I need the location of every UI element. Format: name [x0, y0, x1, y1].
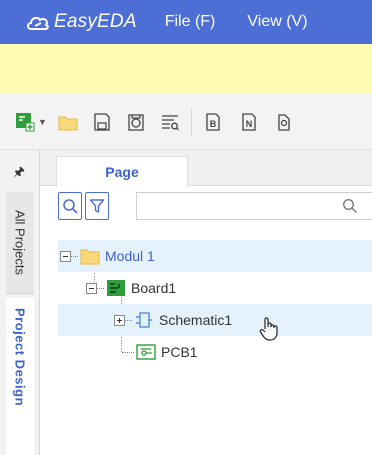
netlist-icon: N — [242, 112, 256, 131]
app-name: EasyEDA — [54, 11, 137, 32]
project-panel: Page Modul 1 Board1 Schematic1 PCB1 — [40, 150, 372, 455]
expand-icon[interactable] — [114, 314, 125, 326]
tab-project-design[interactable]: Project Design — [6, 298, 34, 455]
save-icon — [94, 112, 110, 131]
pcb-icon — [136, 344, 156, 360]
bom-button[interactable]: B — [202, 111, 224, 133]
side-tab-strip: 🖈 All Projects Project Design — [0, 150, 40, 455]
menu-bar: EasyEDA File (F) View (V) — [0, 0, 372, 44]
tree-dash — [97, 287, 104, 289]
menu-view[interactable]: View (V) — [247, 13, 307, 31]
find-button[interactable] — [159, 111, 181, 133]
easyeda-logo-icon — [27, 16, 49, 30]
collapse-icon[interactable] — [60, 250, 71, 262]
tree-row-schematic[interactable]: Schematic1 — [58, 304, 372, 336]
search-submit-icon[interactable] — [342, 198, 358, 214]
menu-file[interactable]: File (F) — [165, 13, 216, 31]
new-dropdown-caret-icon[interactable]: ▼ — [38, 117, 47, 127]
netlist-button[interactable]: N — [238, 111, 260, 133]
open-folder-button[interactable] — [57, 111, 79, 133]
new-project-icon — [16, 112, 35, 131]
svg-text:B: B — [210, 119, 217, 129]
tab-page[interactable]: Page — [56, 156, 188, 187]
collapse-icon[interactable] — [86, 282, 97, 294]
search-mode-button[interactable] — [58, 192, 82, 220]
save-button[interactable] — [91, 111, 113, 133]
tree-label: Board1 — [131, 280, 177, 296]
bom-icon: B — [206, 112, 220, 131]
more-tools-button[interactable] — [274, 111, 296, 133]
search-input[interactable] — [136, 192, 372, 220]
board-icon — [107, 280, 125, 296]
tree-row-modul[interactable]: Modul 1 — [58, 240, 372, 272]
notice-bar — [0, 44, 372, 94]
filter-button[interactable] — [85, 192, 109, 220]
tool-icon — [278, 113, 290, 131]
tree-label: Schematic1 — [159, 312, 233, 328]
tab-all-projects[interactable]: All Projects — [6, 192, 34, 294]
schematic-icon — [136, 312, 152, 328]
tree-dash — [125, 319, 132, 321]
new-project-button[interactable] — [14, 111, 36, 133]
app-logo[interactable]: EasyEDA — [26, 11, 137, 33]
tree-label: Modul 1 — [105, 248, 155, 264]
hand-cursor-icon — [259, 317, 278, 341]
save-as-icon — [128, 113, 144, 131]
tree-dash — [71, 255, 78, 257]
tree-row-pcb[interactable]: PCB1 — [122, 336, 372, 368]
filter-icon — [89, 199, 105, 213]
pin-icon[interactable]: 🖈 — [13, 163, 25, 185]
tree-dash — [122, 351, 134, 353]
search-icon — [63, 199, 78, 214]
panel-tab-bar: Page — [40, 150, 372, 187]
search-row — [40, 192, 372, 228]
folder-icon — [58, 116, 78, 130]
find-list-icon — [161, 114, 179, 130]
tree-label: PCB1 — [161, 344, 198, 360]
save-as-button[interactable] — [125, 111, 147, 133]
toolbar-divider — [190, 108, 192, 135]
tree-row-board[interactable]: Board1 — [86, 272, 372, 304]
folder-icon — [80, 249, 100, 265]
svg-text:N: N — [246, 119, 253, 129]
toolbar: ▼ B N — [0, 94, 372, 150]
